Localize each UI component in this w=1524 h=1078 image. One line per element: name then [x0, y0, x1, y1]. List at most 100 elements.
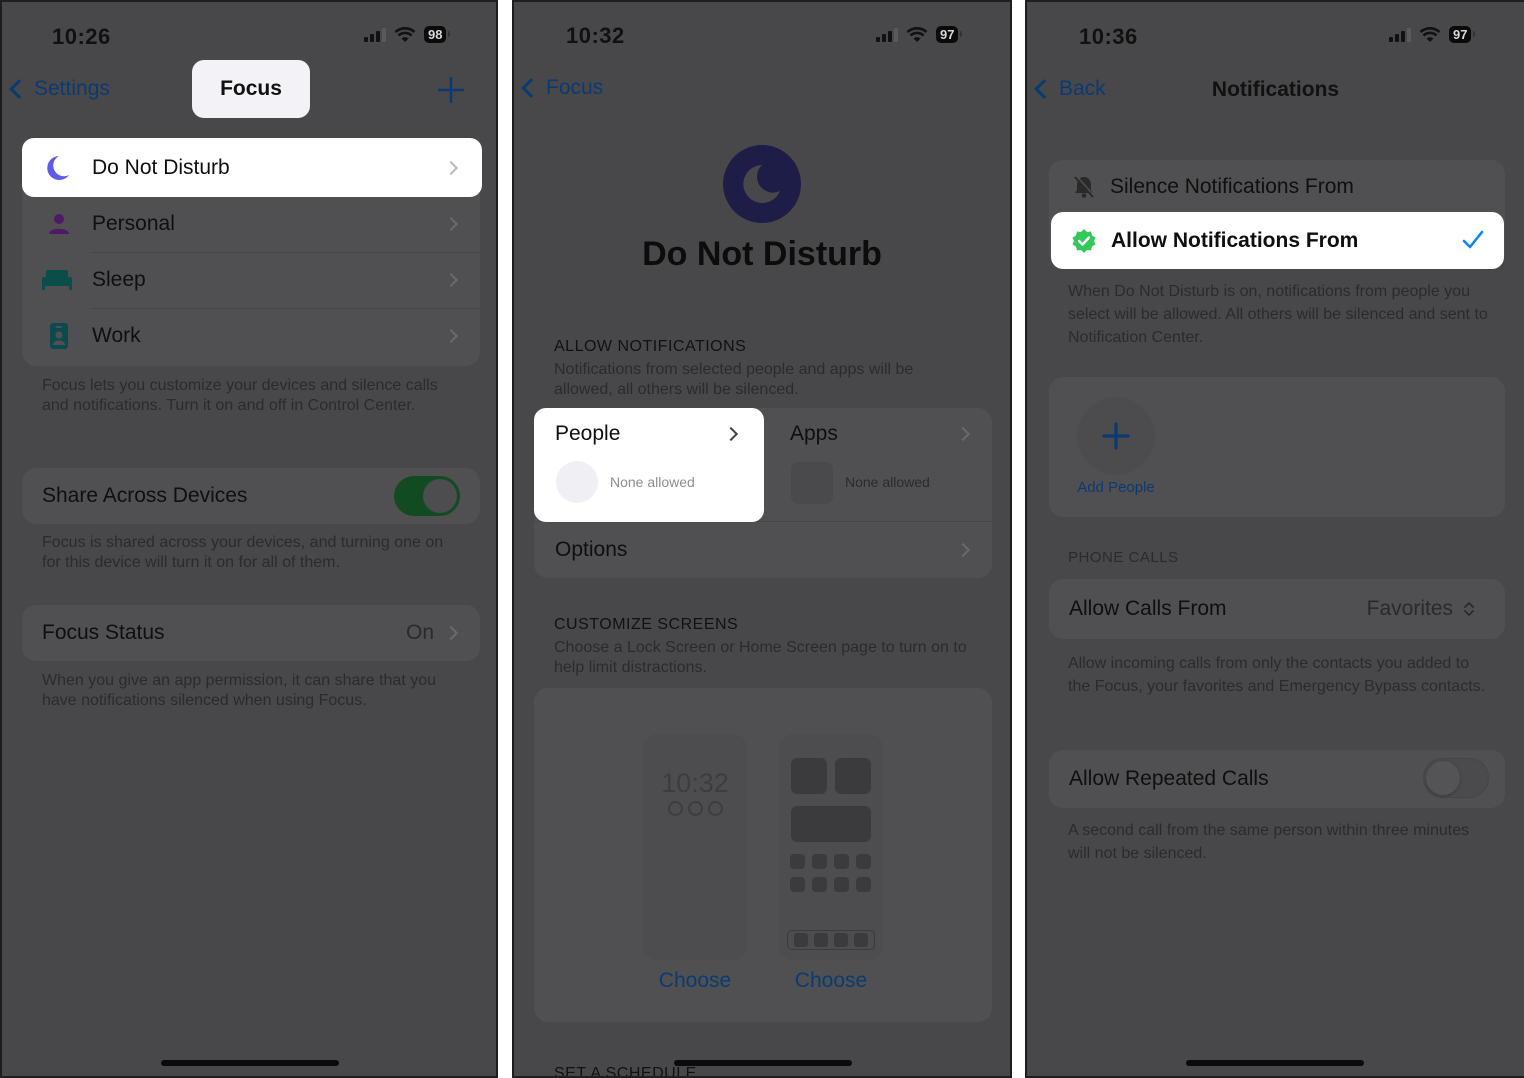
share-across-devices-toggle[interactable] [394, 476, 460, 516]
wifi-icon [394, 26, 416, 42]
allow-notifications-option[interactable]: Allow Notifications From [1051, 212, 1504, 269]
allow-repeated-calls-row: Allow Repeated Calls [1049, 750, 1505, 808]
plus-icon [1102, 422, 1130, 450]
allow-option-label: Allow Notifications From [1111, 229, 1359, 252]
allow-calls-footnote: Allow incoming calls from only the conta… [1068, 655, 1486, 695]
chevron-up-down-icon [1464, 602, 1474, 616]
silence-notifications-option[interactable]: Silence Notifications From [1049, 160, 1505, 214]
do-not-disturb-screen: 10:32 97 Focus Do Not Disturb ALLOW NOTI… [512, 0, 1012, 1078]
back-label: Focus [546, 76, 604, 99]
apps-tile[interactable]: Apps None allowed [764, 408, 992, 521]
status-time: 10:26 [52, 24, 111, 49]
bed-icon [42, 270, 72, 290]
cellular-signal-icon [1389, 27, 1411, 42]
focus-item-label: Personal [92, 212, 175, 235]
page-title: Notifications [1211, 78, 1340, 101]
repeated-calls-label: Allow Repeated Calls [1069, 767, 1269, 790]
focus-item-label: Sleep [92, 268, 146, 291]
battery-indicator: 98 [424, 26, 452, 43]
chevron-right-icon [443, 272, 459, 288]
people-tile[interactable]: People None allowed [534, 408, 764, 522]
person-icon [49, 214, 69, 234]
status-icons: 97 [1389, 26, 1477, 43]
chevron-right-icon [443, 328, 459, 344]
widget-block [791, 806, 871, 842]
page-title: Focus [220, 77, 282, 100]
status-time: 10:36 [1079, 24, 1138, 49]
choose-lock-screen-button[interactable]: Choose [643, 969, 747, 993]
dnd-hero-icon [723, 145, 801, 223]
lock-screen-widgets [668, 801, 723, 816]
home-indicator [1186, 1060, 1364, 1066]
allow-notifications-header: ALLOW NOTIFICATIONS [554, 338, 747, 355]
home-indicator [674, 1060, 852, 1066]
allowed-people-card: Add People [1049, 377, 1505, 517]
customize-screens-header: CUSTOMIZE SCREENS [554, 616, 739, 633]
chevron-right-icon [955, 542, 971, 557]
back-button[interactable]: Settings [6, 77, 110, 101]
focus-status-value: On [405, 621, 434, 644]
cellular-signal-icon [876, 27, 898, 42]
home-indicator [161, 1060, 339, 1066]
customize-screens-description: Choose a Lock Screen or Home Screen page… [554, 639, 967, 676]
add-people-button[interactable] [1077, 397, 1155, 475]
toggle-knob [1426, 761, 1460, 795]
focus-title: Do Not Disturb [642, 235, 882, 273]
chevron-right-icon [443, 625, 459, 641]
focus-item-label: Do Not Disturb [92, 156, 230, 179]
home-screen-preview[interactable] [779, 734, 883, 960]
focus-item-sleep[interactable]: Sleep [22, 252, 480, 308]
chevron-left-icon [9, 79, 29, 99]
person-placeholder-avatar [556, 461, 598, 503]
focus-status-label: Focus Status [42, 621, 165, 644]
share-footnote: Focus is shared across your devices, and… [42, 534, 444, 571]
chevron-right-icon [955, 426, 971, 442]
focus-status-row[interactable]: Focus Status On [22, 605, 480, 661]
apps-value: None allowed [845, 474, 930, 490]
lock-screen-preview[interactable]: 10:32 [643, 734, 747, 960]
focus-item-personal[interactable]: Personal [22, 196, 480, 252]
moon-icon [47, 156, 69, 180]
focus-item-do-not-disturb[interactable]: Do Not Disturb [22, 138, 482, 197]
wifi-icon [906, 26, 928, 42]
repeated-calls-footnote: A second call from the same person withi… [1068, 822, 1470, 862]
options-label: Options [555, 537, 628, 561]
back-label: Settings [34, 77, 110, 100]
silence-option-label: Silence Notifications From [1110, 175, 1354, 198]
battery-indicator: 97 [1449, 26, 1477, 43]
plus-icon[interactable] [438, 77, 464, 103]
customize-screens-card: 10:32 Choose Choose [534, 688, 992, 1022]
chevron-right-icon [443, 216, 459, 232]
allow-calls-value[interactable]: Favorites [1367, 597, 1453, 621]
checkmark-icon [1462, 230, 1484, 249]
widget-block [791, 758, 827, 794]
focus-settings-screen: 10:26 98 Settings Focus Personal Sleep W… [0, 0, 498, 1078]
bell-slash-icon [1074, 175, 1095, 198]
share-label: Share Across Devices [42, 484, 248, 507]
status-icons: 97 [876, 26, 964, 43]
app-grid [790, 854, 871, 892]
add-people-label[interactable]: Add People [1062, 479, 1170, 496]
share-across-devices-row: Share Across Devices [22, 468, 480, 524]
battery-indicator: 97 [936, 26, 964, 43]
notifications-screen: 10:36 97 Back Notifications Silence Noti… [1025, 0, 1524, 1078]
options-row[interactable]: Options [534, 521, 992, 578]
status-icons: 98 [364, 26, 452, 43]
allow-notifications-description: Notifications from selected people and a… [554, 361, 914, 398]
choose-home-screen-button[interactable]: Choose [779, 969, 883, 993]
app-placeholder-icon [791, 462, 833, 504]
chevron-right-icon [723, 426, 739, 442]
allow-calls-from-row[interactable]: Allow Calls From Favorites [1049, 579, 1505, 639]
focus-footnote: Focus lets you customize your devices an… [42, 377, 438, 414]
focus-item-work[interactable]: Work [22, 308, 480, 364]
back-button[interactable]: Focus [518, 76, 603, 100]
toggle-knob [423, 479, 457, 513]
focus-item-label: Work [92, 324, 141, 347]
status-time: 10:32 [566, 23, 625, 48]
dock [787, 930, 875, 950]
repeated-calls-toggle[interactable] [1423, 758, 1489, 798]
allow-calls-label: Allow Calls From [1069, 597, 1227, 620]
apps-label: Apps [790, 422, 838, 445]
wifi-icon [1419, 26, 1441, 42]
check-seal-icon [1072, 229, 1096, 253]
